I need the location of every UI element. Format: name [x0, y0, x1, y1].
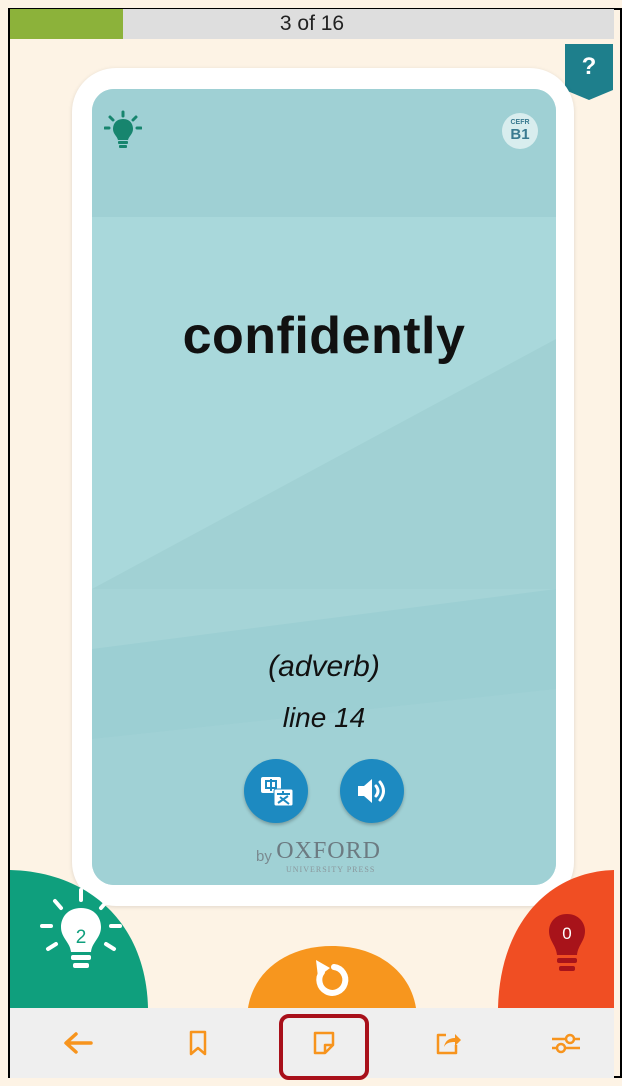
part-of-speech: (adverb) [268, 650, 380, 683]
cefr-level: B1 [510, 126, 530, 143]
bookmark-button[interactable] [158, 1008, 238, 1078]
share-button[interactable] [408, 1008, 488, 1078]
known-count: 2 [75, 927, 87, 948]
flip-card-button[interactable] [248, 946, 416, 1008]
line-reference: line 14 [282, 702, 366, 733]
flashcard-word: confidently [182, 307, 466, 365]
byline-press: UNIVERSITY PRESS [286, 865, 376, 874]
progress-label: 3 of 16 [279, 12, 345, 35]
cefr-level-badge: CEFR B1 [502, 113, 538, 149]
back-button[interactable] [38, 1008, 118, 1078]
share-icon [436, 1033, 461, 1055]
oxford-logo: by OXFORD UNIVERSITY PRESS [256, 838, 381, 874]
help-icon: ? [581, 53, 597, 80]
unknown-button[interactable]: 0 [498, 870, 614, 1008]
help-button[interactable]: ? [565, 44, 613, 100]
audio-button[interactable] [340, 759, 404, 823]
byline-brand: OXFORD [276, 838, 381, 864]
byline-by: by [256, 848, 272, 865]
hint-bulb-icon[interactable] [104, 110, 142, 150]
translate-button[interactable] [244, 759, 308, 823]
highlight-box [279, 1014, 369, 1080]
unknown-count: 0 [562, 924, 572, 943]
flashcard[interactable] [92, 89, 556, 885]
translate-icon [261, 777, 294, 807]
known-button[interactable]: 2 [10, 870, 150, 1008]
settings-button[interactable] [526, 1008, 606, 1078]
speaker-icon [358, 779, 385, 803]
sliders-icon [552, 1033, 580, 1054]
bookmark-icon [189, 1030, 207, 1056]
progress-bar: 3 of 16 [10, 9, 614, 39]
arrow-left-icon [64, 1032, 93, 1054]
